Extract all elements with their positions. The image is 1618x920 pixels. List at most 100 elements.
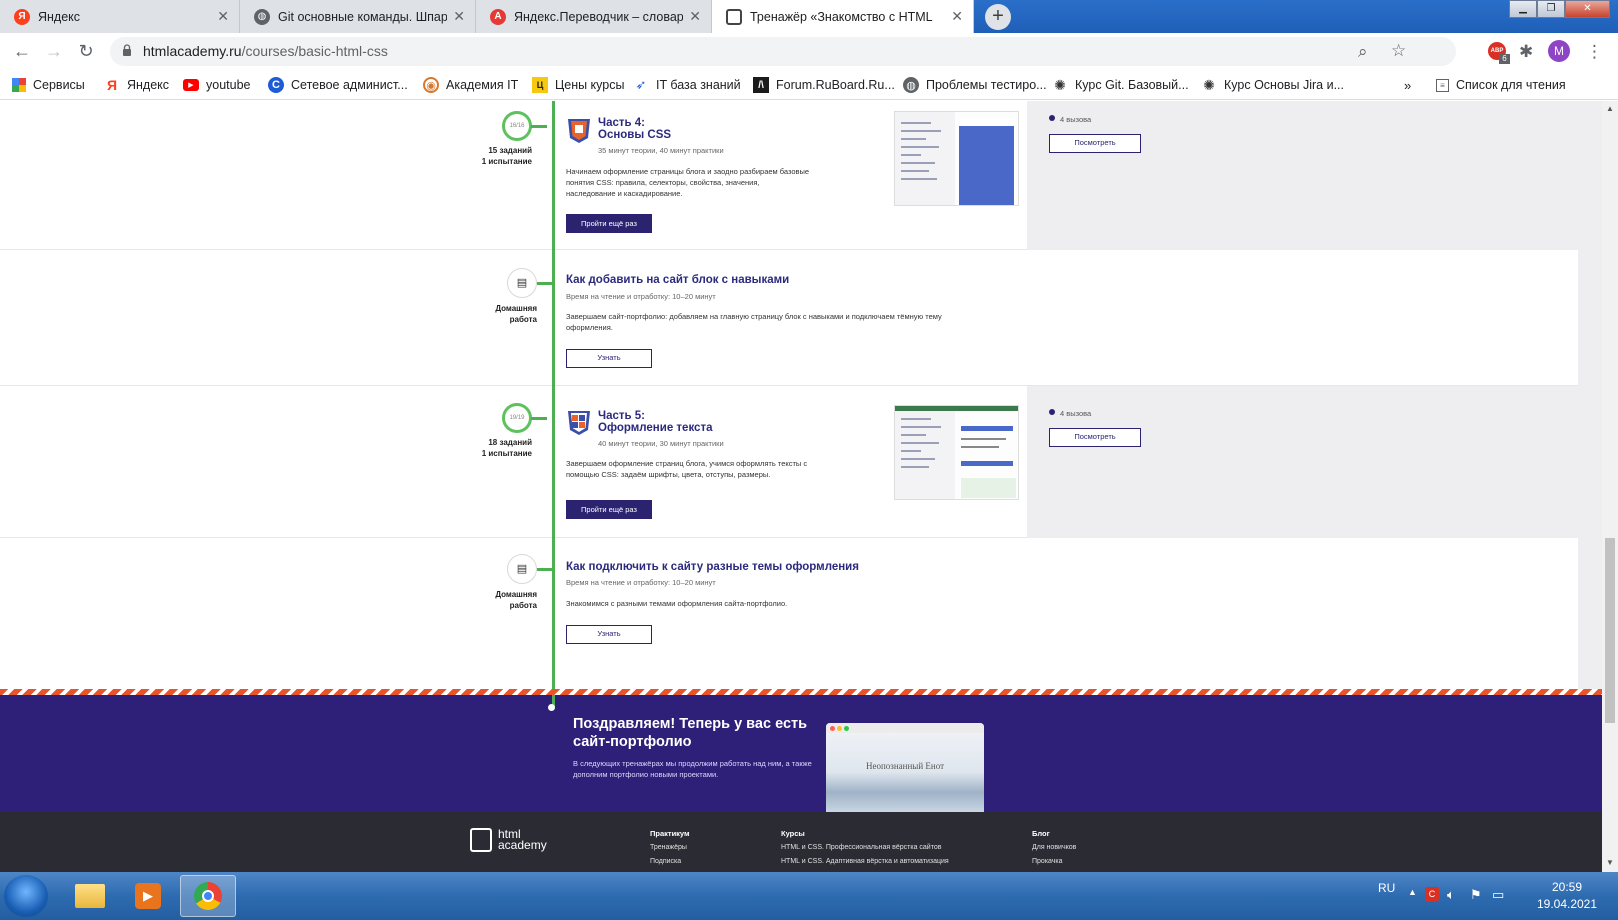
tab-git[interactable]: ◍ Git основные команды. Шпарга ✕ bbox=[240, 0, 476, 33]
tab-yandex[interactable]: Я Яндекс ✕ bbox=[0, 0, 240, 33]
homework-1-description: Завершаем сайт-портфолио: добавляем на г… bbox=[566, 312, 942, 332]
htmlacademy-logo[interactable]: html academy bbox=[470, 828, 547, 852]
homework-2-description: Знакомимся с разными темами оформления с… bbox=[566, 599, 788, 608]
footer-link[interactable]: Тренажёры bbox=[650, 844, 687, 851]
learn-button[interactable]: Узнать bbox=[566, 349, 652, 368]
bookmark-youtube[interactable]: ▶ youtube bbox=[183, 77, 250, 93]
bookmark-prices[interactable]: Ц Цены курсы bbox=[532, 77, 624, 93]
profile-avatar[interactable]: M bbox=[1548, 40, 1570, 62]
bookmark-network-admin[interactable]: C Сетевое админист... bbox=[268, 77, 408, 93]
page-scrollbar[interactable]: ▲ ▼ bbox=[1602, 101, 1618, 872]
timeline-tick bbox=[537, 568, 553, 571]
bookmark-it-knowledge[interactable]: ➶ IT база знаний bbox=[633, 77, 741, 93]
bookmark-label: Цены курсы bbox=[555, 78, 625, 92]
tab-title: Яндекс.Переводчик – словарь и bbox=[514, 9, 684, 24]
progress-circle: 19/19 bbox=[502, 403, 532, 433]
timeline-end-dot bbox=[548, 704, 555, 711]
media-player-taskbar-button[interactable]: ▶ bbox=[120, 875, 176, 917]
tab-title: Git основные команды. Шпарга bbox=[278, 9, 448, 24]
footer-link[interactable]: Подписка bbox=[650, 858, 681, 865]
homework-icon: ▤ bbox=[507, 268, 537, 298]
start-button[interactable] bbox=[4, 875, 48, 917]
back-icon[interactable]: ← bbox=[11, 40, 33, 62]
minimize-button[interactable]: ▁ bbox=[1509, 0, 1537, 18]
reading-list[interactable]: ≡ Список для чтения bbox=[1436, 77, 1566, 93]
bookmark-label: Яндекс bbox=[127, 78, 170, 92]
bookmark-git-course[interactable]: ✺ Курс Git. Базовый... bbox=[1052, 77, 1188, 93]
retry-button[interactable]: Пройти ещё раз bbox=[566, 500, 652, 519]
footer-link[interactable]: Для новичков bbox=[1032, 844, 1076, 851]
homework-icon: ▤ bbox=[507, 554, 537, 584]
css-shield-icon bbox=[568, 119, 590, 143]
reading-list-label: Список для чтения bbox=[1456, 78, 1566, 92]
learn-button[interactable]: Узнать bbox=[566, 625, 652, 644]
language-indicator[interactable]: RU bbox=[1378, 881, 1395, 895]
homework-2-meta: Время на чтение и отработку: 10–20 минут bbox=[566, 578, 716, 587]
bookmark-services[interactable]: Сервисы bbox=[12, 77, 85, 93]
part-4-title: Основы CSS bbox=[598, 129, 672, 141]
explorer-taskbar-button[interactable] bbox=[62, 875, 118, 917]
close-icon[interactable]: ✕ bbox=[689, 8, 701, 25]
part-4-preview-image[interactable] bbox=[894, 111, 1019, 206]
action-center-flag-icon[interactable]: ⚑ bbox=[1470, 887, 1482, 903]
challenges-panel bbox=[1027, 101, 1602, 250]
close-icon[interactable]: ✕ bbox=[453, 8, 465, 25]
part-5-preview-image[interactable] bbox=[894, 405, 1019, 500]
part-5-description: Завершаем оформление страниц блога, учим… bbox=[566, 459, 808, 479]
tab-htmlacademy[interactable]: Тренажёр «Знакомство с HTML ✕ bbox=[712, 0, 974, 33]
tab-translator[interactable]: A Яндекс.Переводчик – словарь и ✕ bbox=[476, 0, 712, 33]
globe-icon: ◍ bbox=[903, 77, 919, 93]
homework-label: Домашняя bbox=[495, 304, 537, 313]
antivirus-icon[interactable]: C bbox=[1425, 887, 1439, 901]
zoom-icon[interactable]: ⌕ bbox=[1358, 42, 1368, 62]
bookmark-label: Forum.RuBoard.Ru... bbox=[776, 78, 895, 92]
scroll-down-icon[interactable]: ▼ bbox=[1606, 858, 1614, 867]
tab-title: Тренажёр «Знакомство с HTML bbox=[750, 9, 933, 24]
congrats-title: Поздравляем! Теперь у вас есть сайт-порт… bbox=[573, 716, 808, 750]
scrollbar-thumb[interactable] bbox=[1605, 538, 1615, 723]
bookmark-star-icon[interactable]: ☆ bbox=[1391, 41, 1406, 61]
system-clock[interactable]: 20:59 19.04.2021 bbox=[1532, 879, 1602, 913]
extensions-icon[interactable]: ✱ bbox=[1519, 42, 1533, 62]
page-edge bbox=[1578, 250, 1602, 386]
bookmark-label: IT база знаний bbox=[656, 78, 741, 92]
reload-icon[interactable]: ↻ bbox=[75, 40, 97, 62]
ts-icon: Ц bbox=[532, 77, 548, 93]
close-icon[interactable]: ✕ bbox=[217, 8, 229, 25]
bookmark-jira-course[interactable]: ✺ Курс Основы Jira и... bbox=[1201, 77, 1344, 93]
new-tab-button[interactable]: + bbox=[985, 4, 1011, 30]
bookmark-testing-problems[interactable]: ◍ Проблемы тестиро... bbox=[903, 77, 1047, 93]
homework-2-title[interactable]: Как подключить к сайту разные темы оформ… bbox=[566, 561, 859, 573]
yandex-icon: Я bbox=[14, 8, 30, 25]
more-bookmarks-icon[interactable]: » bbox=[1404, 77, 1411, 93]
challenges-panel bbox=[1027, 386, 1602, 538]
bookmark-academy-it[interactable]: ◉ Академия IT bbox=[423, 77, 518, 93]
url-text: htmlacademy.ru/courses/basic-html-css bbox=[143, 43, 388, 59]
bookmark-yandex[interactable]: Я Яндекс bbox=[104, 77, 169, 93]
view-button[interactable]: Посмотреть bbox=[1049, 134, 1141, 153]
forward-icon[interactable]: → bbox=[43, 40, 65, 62]
footer-link[interactable]: Прокачка bbox=[1032, 858, 1063, 865]
bookmark-label: Академия IT bbox=[446, 78, 519, 92]
close-window-button[interactable]: ✕ bbox=[1565, 0, 1610, 18]
reading-list-icon: ≡ bbox=[1436, 78, 1449, 92]
show-hidden-icons-icon[interactable]: ▲ bbox=[1408, 887, 1417, 897]
scroll-up-icon[interactable]: ▲ bbox=[1606, 104, 1614, 113]
footer-link[interactable]: HTML и CSS. Профессиональная вёрстка сай… bbox=[781, 844, 941, 851]
chrome-taskbar-button[interactable] bbox=[180, 875, 236, 917]
site-footer: html academy Практикум Тренажёры Подписка… bbox=[0, 812, 1602, 872]
volume-icon[interactable]: 🔈︎ bbox=[1447, 887, 1455, 903]
retry-button[interactable]: Пройти ещё раз bbox=[566, 214, 652, 233]
view-button[interactable]: Посмотреть bbox=[1049, 428, 1141, 447]
homework-1-title[interactable]: Как добавить на сайт блок с навыками bbox=[566, 274, 789, 286]
bookmark-label: Курс Основы Jira и... bbox=[1224, 78, 1345, 92]
close-icon[interactable]: ✕ bbox=[951, 8, 963, 25]
bookmark-forum-ruboard[interactable]: /\ Forum.RuBoard.Ru... bbox=[753, 77, 895, 93]
maximize-button[interactable]: ❐ bbox=[1537, 0, 1565, 18]
network-icon[interactable]: ▭ bbox=[1492, 887, 1504, 903]
homework-1-meta: Время на чтение и отработку: 10–20 минут bbox=[566, 292, 716, 301]
footer-link[interactable]: HTML и CSS. Адаптивная вёрстка и автомат… bbox=[781, 858, 949, 865]
htmlacademy-icon bbox=[726, 8, 742, 25]
address-bar[interactable]: htmlacademy.ru/courses/basic-html-css ⌕ … bbox=[110, 37, 1456, 66]
menu-icon[interactable]: ⋮ bbox=[1586, 42, 1603, 62]
